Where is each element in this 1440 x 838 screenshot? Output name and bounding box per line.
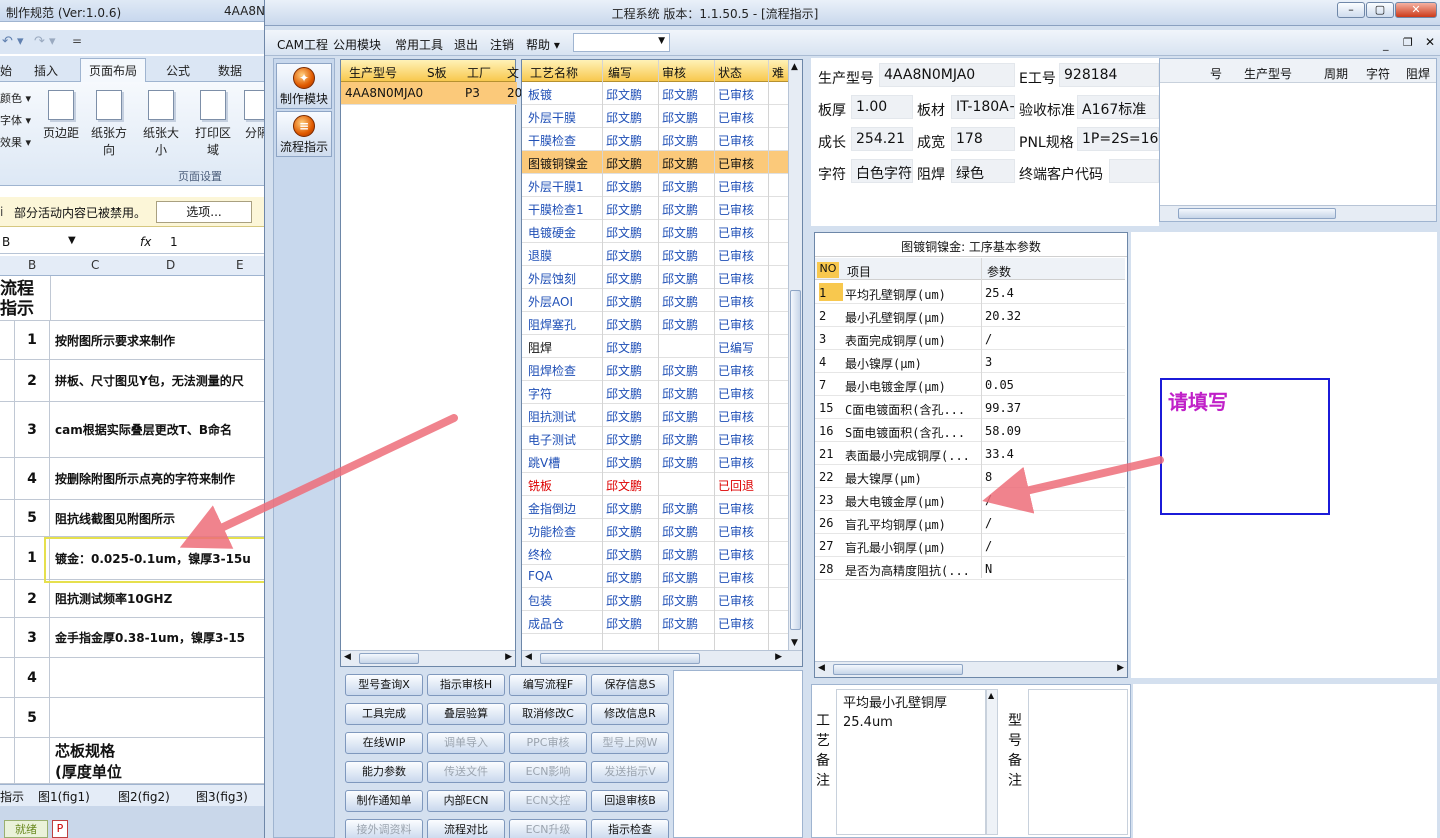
annotation-arrows [179, 414, 1164, 549]
arrow-to-excel [179, 414, 458, 549]
arrow-to-param [982, 456, 1164, 514]
